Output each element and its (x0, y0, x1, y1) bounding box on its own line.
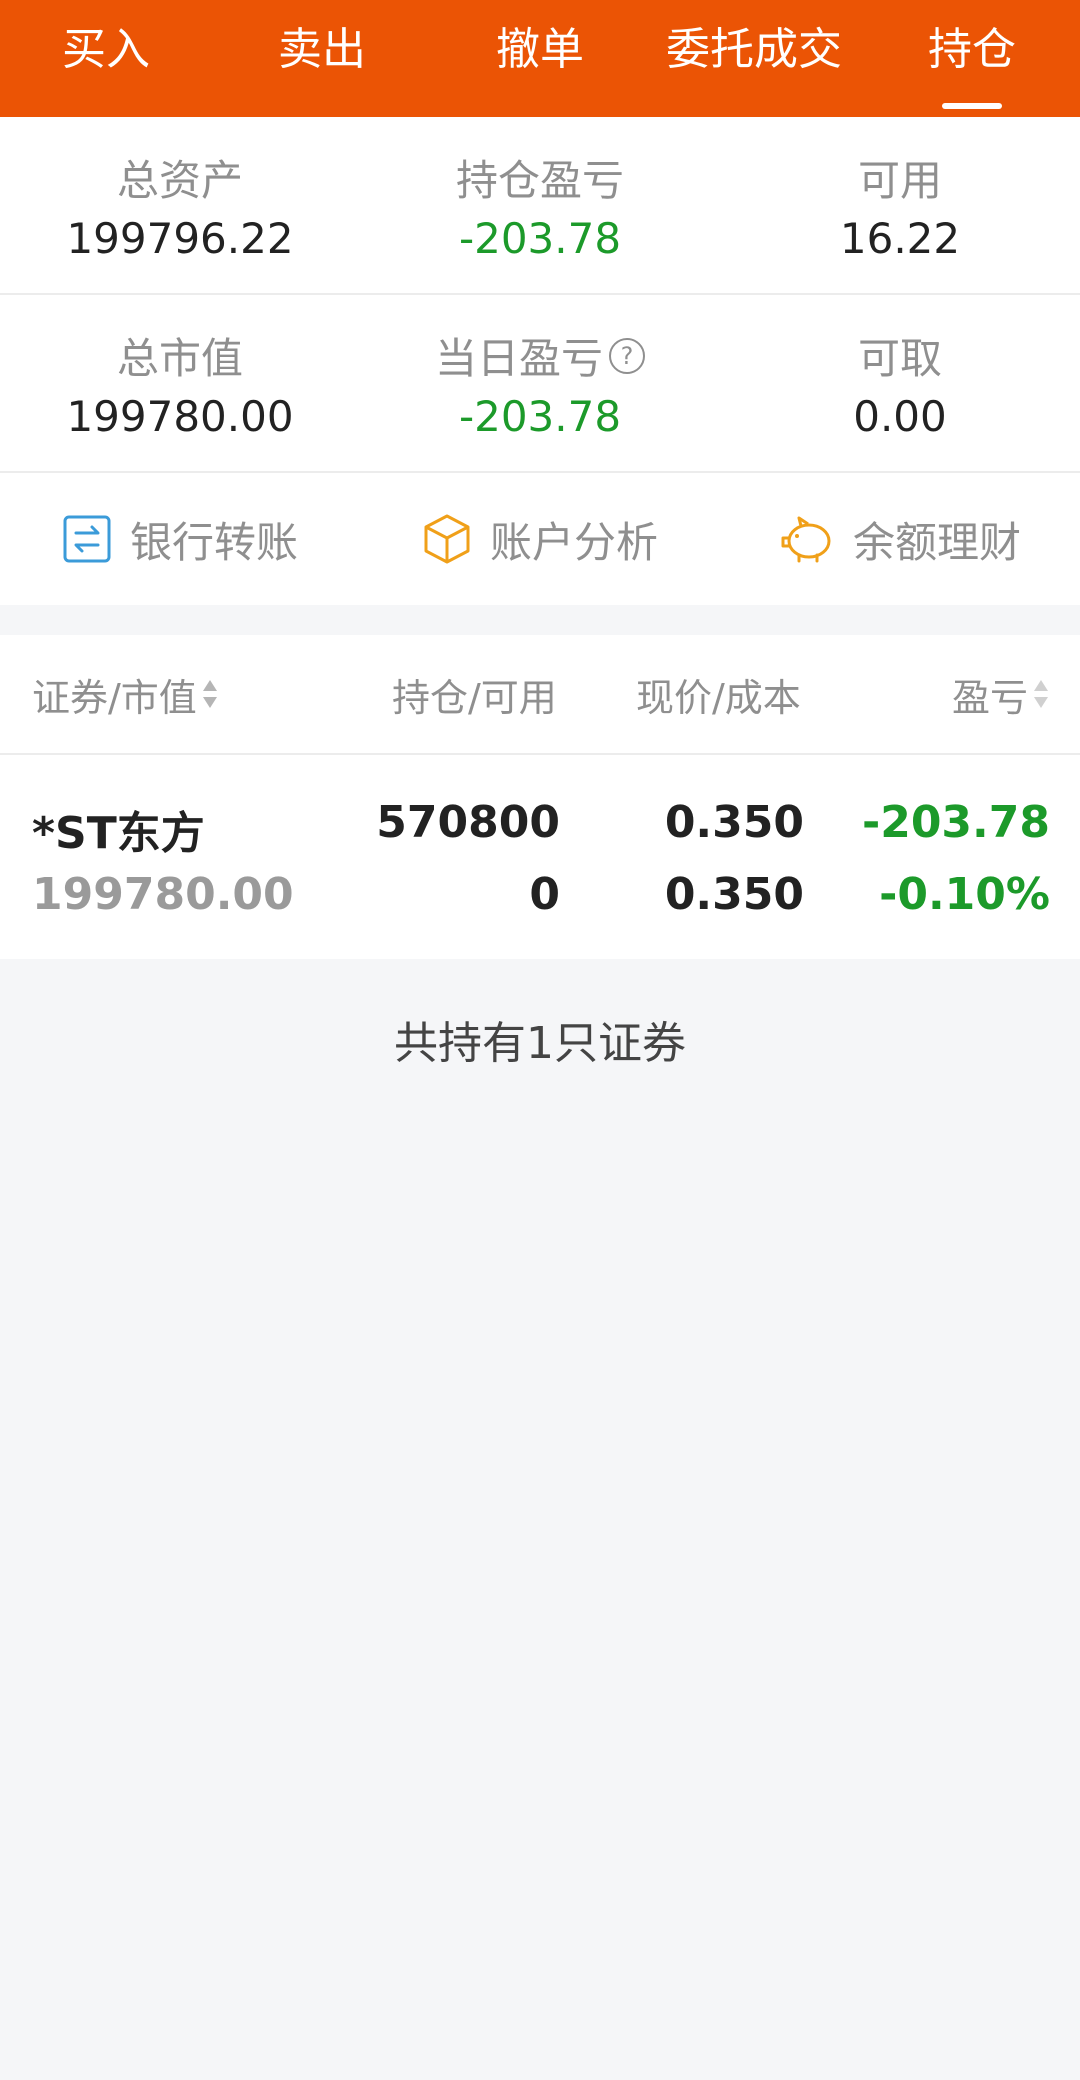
bank-transfer-button[interactable]: 银行转账 (0, 509, 360, 570)
market-value-value: 199780.00 (66, 392, 294, 441)
tab-positions[interactable]: 持仓 (928, 0, 1016, 117)
header-price-label: 现价/成本 (636, 675, 801, 720)
tab-buy[interactable]: 买入 (62, 0, 150, 117)
tab-label: 买入 (62, 24, 150, 75)
available-cell: 可用 16.22 (720, 117, 1080, 293)
header-security-label: 证券/市值 (32, 675, 197, 720)
total-assets-cell: 总资产 199796.22 (0, 117, 360, 293)
bank-transfer-label: 银行转账 (129, 517, 298, 567)
transfer-icon (63, 515, 111, 563)
tab-label: 委托成交 (666, 24, 842, 75)
available-value: 16.22 (839, 214, 961, 263)
market-value-cell: 总市值 199780.00 (0, 295, 360, 471)
account-analysis-label: 账户分析 (489, 517, 658, 567)
available-qty: 0 (529, 869, 560, 920)
market-value-label: 总市值 (116, 334, 243, 383)
pnl-amount: -203.78 (861, 797, 1050, 848)
cube-icon (424, 514, 470, 564)
withdrawable-label: 可取 (857, 334, 942, 383)
summary-row-2: 总市值 199780.00 当日盈亏 ? -203.78 可取 0.00 (0, 295, 1080, 473)
account-summary: 总资产 199796.22 持仓盈亏 -203.78 可用 16.22 总市值 … (0, 117, 1080, 473)
tab-label: 持仓 (928, 24, 1016, 75)
security-market-value: 199780.00 (32, 869, 294, 920)
withdrawable-cell: 可取 0.00 (720, 295, 1080, 471)
tab-underline (942, 103, 1002, 109)
tab-orders-trades[interactable]: 委托成交 (666, 0, 842, 117)
pnl-percent: -0.10% (879, 869, 1050, 920)
wealth-button[interactable]: 余额理财 (720, 509, 1080, 570)
help-icon[interactable]: ? (609, 337, 645, 374)
total-assets-value: 199796.22 (66, 214, 294, 263)
cost-price: 0.350 (664, 869, 804, 920)
header-position-label: 持仓/可用 (392, 675, 557, 720)
tab-sell[interactable]: 卖出 (278, 0, 366, 117)
piggy-bank-icon (781, 516, 831, 563)
total-assets-label: 总资产 (116, 156, 243, 205)
header-price: 现价/成本 (636, 667, 801, 722)
daily-pnl-cell: 当日盈亏 ? -203.78 (360, 295, 720, 471)
position-pnl-value: -203.78 (458, 214, 622, 263)
wealth-label: 余额理财 (852, 517, 1021, 567)
position-pnl-label: 持仓盈亏 (455, 156, 624, 205)
header-pnl-label: 盈亏 (951, 675, 1028, 720)
table-header: 证券/市值 持仓/可用 现价/成本 盈亏 (0, 635, 1080, 755)
holdings-count: 共持有1只证券 (394, 1018, 686, 1069)
withdrawable-value: 0.00 (853, 392, 947, 441)
available-label: 可用 (857, 156, 942, 205)
tab-label: 撤单 (496, 24, 584, 75)
tab-cancel-order[interactable]: 撤单 (496, 0, 584, 117)
security-name: *ST东方 (32, 808, 205, 859)
account-analysis-button[interactable]: 账户分析 (360, 509, 720, 570)
quick-actions: 银行转账 账户分析 余额理财 (0, 473, 1080, 605)
section-gap (0, 605, 1080, 635)
holdings-table: 证券/市值 持仓/可用 现价/成本 盈亏 *ST东方 199780.00 570… (0, 635, 1080, 959)
header-pnl[interactable]: 盈亏 (952, 667, 1050, 722)
sort-icon (1034, 680, 1048, 708)
position-qty: 570800 (376, 797, 560, 848)
position-pnl-cell: 持仓盈亏 -203.78 (360, 117, 720, 293)
daily-pnl-value: -203.78 (458, 392, 622, 441)
current-price: 0.350 (664, 797, 804, 848)
header-security[interactable]: 证券/市值 (32, 667, 219, 722)
top-tab-bar: 买入 卖出 撤单 委托成交 持仓 (0, 0, 1080, 117)
daily-pnl-label: 当日盈亏 (434, 334, 603, 383)
daily-pnl-label-wrap: 当日盈亏 ? (435, 325, 645, 386)
tab-label: 卖出 (278, 24, 366, 75)
summary-row-1: 总资产 199796.22 持仓盈亏 -203.78 可用 16.22 (0, 117, 1080, 295)
sort-icon (202, 680, 217, 708)
table-row[interactable]: *ST东方 199780.00 570800 0 0.350 0.350 -20… (0, 755, 1080, 959)
header-position: 持仓/可用 (392, 667, 557, 722)
